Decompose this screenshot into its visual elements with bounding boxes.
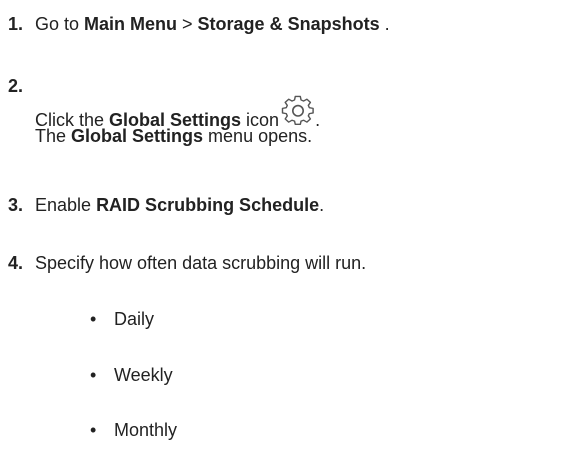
text-run: menu opens.	[203, 126, 313, 146]
step-number: 3.	[8, 195, 24, 215]
text-run: >	[177, 14, 198, 34]
menu-name-main-menu: Main Menu	[84, 14, 178, 34]
text-run: .	[319, 195, 325, 215]
gear-icon	[281, 94, 315, 128]
list-item-monthly: • Monthly	[90, 418, 177, 442]
text-run: The	[35, 126, 72, 146]
step-4: 4. Specify how often data scrubbing will …	[8, 251, 366, 275]
menu-name-storage-snapshots: Storage & Snapshots	[197, 14, 380, 34]
text-run: .	[315, 110, 321, 130]
bullet: •	[90, 365, 97, 385]
text-run: .	[379, 14, 390, 34]
option-label: Daily	[114, 309, 155, 329]
bullet: •	[90, 420, 97, 440]
text-run: Enable	[35, 195, 97, 215]
ui-name-global-settings: Global Settings	[71, 126, 204, 146]
text-run: Go to	[35, 14, 85, 34]
step-number: 4.	[8, 253, 24, 273]
step-2-line-2: The Global Settings menu opens.	[35, 124, 320, 148]
step-number: 1.	[8, 14, 24, 34]
list-item-daily: • Daily	[90, 307, 154, 331]
step-text: Enable RAID Scrubbing Schedule.	[35, 195, 324, 215]
setting-name-raid-scrubbing-schedule: RAID Scrubbing Schedule	[96, 195, 320, 215]
step-2: Click the Global Settings icon . The Glo…	[35, 94, 320, 148]
option-label: Monthly	[114, 420, 178, 440]
list-item-weekly: • Weekly	[90, 363, 173, 387]
step-2-line-1: Click the Global Settings icon .	[35, 94, 320, 130]
step-text: Go to Main Menu > Storage & Snapshots .	[35, 14, 390, 34]
step-2-number-wrap: 2.	[8, 74, 23, 98]
step-text: Specify how often data scrubbing will ru…	[35, 253, 367, 273]
step-number: 2.	[8, 76, 24, 96]
step-3: 3. Enable RAID Scrubbing Schedule.	[8, 193, 324, 217]
step-1: 1. Go to Main Menu > Storage & Snapshots …	[8, 12, 390, 36]
bullet: •	[90, 309, 97, 329]
option-label: Weekly	[114, 365, 173, 385]
